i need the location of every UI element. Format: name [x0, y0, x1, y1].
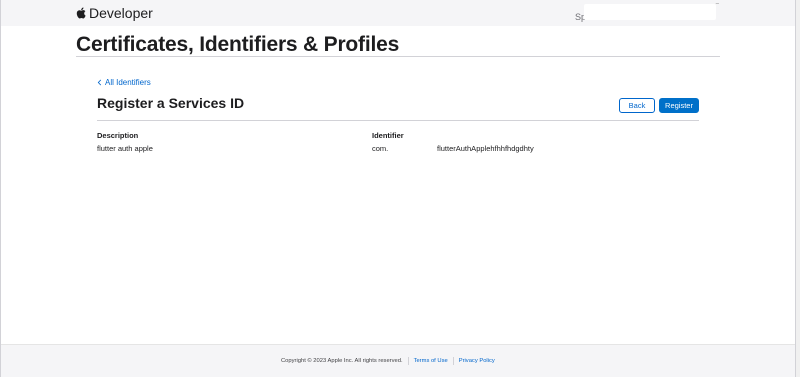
- footer: Copyright © 2023 Apple Inc. All rights r…: [1, 344, 795, 377]
- footer-row: Copyright © 2023 Apple Inc. All rights r…: [281, 357, 495, 365]
- global-nav: Developer Sp ‾: [1, 0, 795, 26]
- section-divider: [97, 120, 699, 121]
- all-identifiers-label: All Identifiers: [105, 78, 151, 87]
- identifier-label: Identifier: [372, 131, 404, 140]
- terms-of-use-link[interactable]: Terms of Use: [414, 358, 448, 364]
- section-title: Register a Services ID: [97, 95, 245, 111]
- footer-separator: [452, 357, 454, 365]
- window-scrollbar[interactable]: [796, 0, 800, 377]
- browser-viewport: Developer Sp ‾ Certificates, Identifiers…: [0, 0, 796, 377]
- all-identifiers-link[interactable]: All Identifiers: [97, 78, 151, 87]
- apple-logo-icon: [76, 7, 86, 19]
- identifier-value: flutterAuthApplehfhhfhdgdhty: [437, 144, 534, 153]
- page-title: Certificates, Identifiers & Profiles: [76, 33, 400, 56]
- identifier-prefix: com.: [372, 144, 389, 153]
- chevron-left-icon: [97, 79, 102, 86]
- register-button[interactable]: Register: [659, 98, 699, 113]
- developer-home-link[interactable]: Developer: [76, 4, 153, 22]
- description-value: flutter auth apple: [97, 144, 153, 153]
- footer-separator: [407, 357, 409, 365]
- description-label: Description: [97, 131, 139, 140]
- nav-overlay-box: [584, 4, 716, 20]
- title-divider: [76, 56, 720, 57]
- brand-label: Developer: [89, 5, 153, 21]
- copyright-text: Copyright © 2023 Apple Inc. All rights r…: [281, 358, 403, 364]
- privacy-policy-link[interactable]: Privacy Policy: [459, 358, 495, 364]
- nav-edge-mark: ‾: [716, 3, 719, 12]
- back-button[interactable]: Back: [619, 98, 655, 113]
